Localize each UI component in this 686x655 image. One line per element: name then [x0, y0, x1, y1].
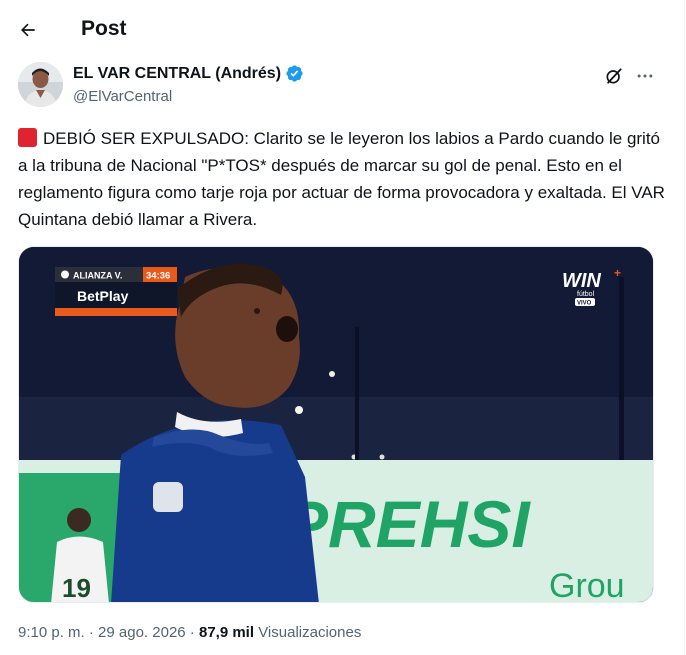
post-media-image[interactable]: PREHSI Grou 19 ALIANZA V. 34:36 BetPlay …	[18, 246, 654, 603]
back-button[interactable]	[10, 12, 46, 48]
stadium-light	[295, 406, 303, 414]
post-time[interactable]: 9:10 p. m.	[18, 624, 85, 641]
broadcaster-live: VIVO	[577, 301, 592, 307]
author-handle[interactable]: @ElVarCentral	[73, 88, 172, 105]
author-name[interactable]: EL VAR CENTRAL (Andrés)	[73, 64, 304, 83]
background-player-number: 19	[62, 573, 91, 603]
verified-badge-icon	[286, 65, 303, 82]
views-label: Visualizaciones	[258, 624, 362, 641]
scoreboard-sponsor: BetPlay	[77, 288, 129, 304]
page-header: Post	[0, 0, 685, 60]
arrow-left-icon	[21, 23, 35, 37]
broadcaster-sub: fútbol	[577, 291, 595, 298]
post-body: DEBIÓ SER EXPULSADO: Clarito se le leyer…	[18, 125, 668, 233]
post-text: DEBIÓ SER EXPULSADO: Clarito se le leyer…	[18, 129, 665, 229]
scoreboard-clock: 34:36	[146, 271, 170, 282]
page-title: Post	[81, 17, 127, 40]
post-page: Post EL VAR CENTRAL (Andrés) @ElVarCentr…	[0, 0, 685, 655]
post-meta: 9:10 p. m. · 29 ago. 2026 · 87,9 mil Vis…	[18, 624, 362, 641]
grok-button[interactable]	[601, 63, 627, 89]
grok-icon	[606, 68, 622, 84]
scoreboard-team: ALIANZA V.	[73, 271, 122, 281]
more-options-button[interactable]	[631, 63, 659, 89]
scoreboard-overlay: ALIANZA V. 34:36 BetPlay	[55, 267, 177, 316]
red-square-emoji-icon	[18, 128, 37, 147]
avatar[interactable]	[18, 62, 63, 107]
ad-board-text-secondary: Grou	[549, 567, 625, 603]
match-photo: PREHSI Grou 19 ALIANZA V. 34:36 BetPlay …	[19, 247, 653, 603]
more-dots-icon	[637, 74, 653, 78]
broadcaster-logo-text: WIN	[562, 270, 601, 292]
svg-text:+: +	[614, 266, 621, 280]
views-count: 87,9 mil	[198, 624, 255, 641]
stadium-light	[379, 454, 385, 460]
avatar-image	[18, 62, 63, 107]
post-date[interactable]: 29 ago. 2026	[98, 624, 186, 641]
author-display-name: EL VAR CENTRAL (Andrés)	[73, 64, 282, 82]
ad-board-text: PREHSI	[284, 487, 531, 561]
stadium-light	[329, 371, 335, 377]
